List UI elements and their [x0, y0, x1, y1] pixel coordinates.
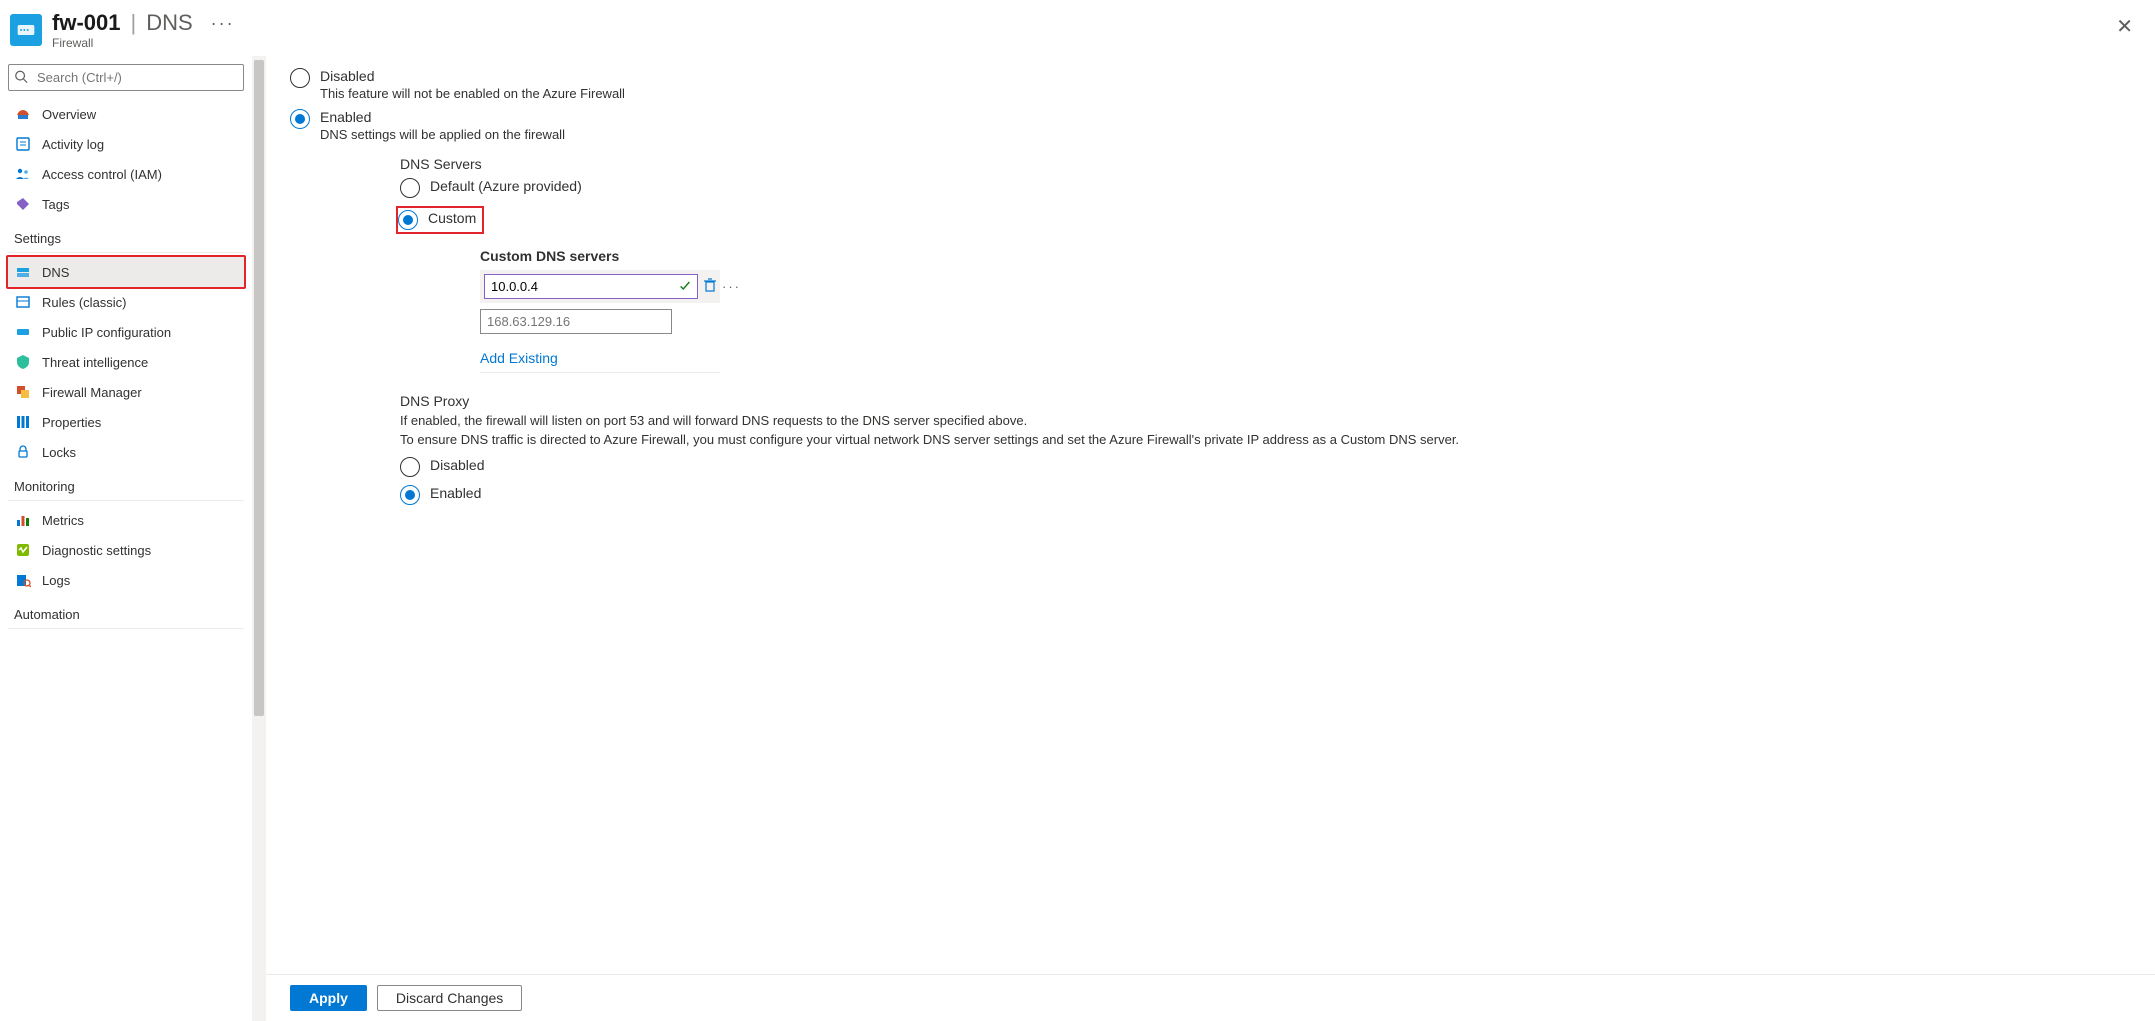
people-icon [14, 166, 32, 182]
section-header-settings: Settings [8, 219, 244, 253]
footer: Apply Discard Changes [266, 974, 2155, 1021]
metrics-icon [14, 512, 32, 528]
option-label: Disabled [320, 68, 625, 84]
dns-server-row: ··· [480, 270, 720, 303]
option-label: Disabled [430, 457, 484, 473]
rules-icon [14, 294, 32, 310]
sidebar-item-label: Overview [42, 107, 96, 122]
firewall-icon [10, 14, 42, 46]
dns-proxy-description: If enabled, the firewall will listen on … [400, 413, 2131, 428]
dns-server-input[interactable] [484, 274, 698, 299]
dns-server-placeholder-input[interactable] [480, 309, 672, 334]
sidebar-item-diagnostic[interactable]: Diagnostic settings [8, 535, 244, 565]
resource-title: fw-001 [52, 10, 120, 36]
dns-servers-label: DNS Servers [400, 156, 2131, 172]
option-label: Custom [428, 210, 476, 226]
sidebar-item-label: Activity log [42, 137, 104, 152]
dns-disabled-option[interactable]: Disabled This feature will not be enable… [290, 68, 2131, 101]
option-label: Default (Azure provided) [430, 178, 582, 194]
public-ip-icon [14, 324, 32, 340]
trash-icon[interactable] [702, 277, 718, 296]
sidebar-item-label: Rules (classic) [42, 295, 127, 310]
radio-checked-icon[interactable] [290, 109, 310, 129]
discard-button[interactable]: Discard Changes [377, 985, 522, 1011]
check-icon [678, 278, 692, 295]
sidebar-item-firewall-manager[interactable]: Firewall Manager [8, 377, 244, 407]
lock-icon [14, 444, 32, 460]
sidebar-item-dns[interactable]: DNS [6, 255, 246, 289]
proxy-enabled-option[interactable]: Enabled [400, 485, 2131, 505]
sidebar-item-label: Firewall Manager [42, 385, 142, 400]
option-description: This feature will not be enabled on the … [320, 86, 625, 101]
sidebar: « Overview Activity log Access control (… [0, 56, 252, 1021]
page-title: DNS [146, 10, 192, 36]
sidebar-item-label: Threat intelligence [42, 355, 148, 370]
sidebar-item-label: Locks [42, 445, 76, 460]
tag-icon [14, 196, 32, 212]
resource-type-label: Firewall [52, 36, 235, 50]
dns-proxy-label: DNS Proxy [400, 393, 2131, 409]
sidebar-item-label: Diagnostic settings [42, 543, 151, 558]
activity-log-icon [14, 136, 32, 152]
section-header-automation: Automation [8, 595, 244, 629]
sidebar-item-properties[interactable]: Properties [8, 407, 244, 437]
proxy-disabled-option[interactable]: Disabled [400, 457, 2131, 477]
dns-icon [14, 264, 32, 280]
properties-icon [14, 414, 32, 430]
sidebar-item-label: Logs [42, 573, 70, 588]
sidebar-item-activity-log[interactable]: Activity log [8, 129, 244, 159]
sidebar-item-rules[interactable]: Rules (classic) [8, 287, 244, 317]
overview-icon [14, 106, 32, 122]
option-label: Enabled [320, 109, 565, 125]
sidebar-item-label: Public IP configuration [42, 325, 171, 340]
sidebar-item-label: Metrics [42, 513, 84, 528]
search-icon [14, 69, 28, 86]
dns-enabled-option[interactable]: Enabled DNS settings will be applied on … [290, 109, 2131, 142]
dns-default-option[interactable]: Default (Azure provided) [400, 178, 2131, 198]
search-input[interactable] [8, 64, 244, 91]
sidebar-item-label: Properties [42, 415, 101, 430]
shield-icon [14, 354, 32, 370]
page-header: fw-001 | DNS ··· Firewall ✕ [0, 0, 2155, 56]
sidebar-item-threat-intel[interactable]: Threat intelligence [8, 347, 244, 377]
option-label: Enabled [430, 485, 481, 501]
scrollbar-thumb[interactable] [254, 60, 264, 716]
diagnostic-icon [14, 542, 32, 558]
sidebar-item-tags[interactable]: Tags [8, 189, 244, 219]
option-description: DNS settings will be applied on the fire… [320, 127, 565, 142]
sidebar-item-label: DNS [42, 265, 69, 280]
radio-checked-icon[interactable] [398, 210, 418, 230]
highlighted-custom-option: Custom [396, 206, 484, 234]
sidebar-item-locks[interactable]: Locks [8, 437, 244, 467]
more-icon[interactable]: ··· [722, 279, 741, 294]
apply-button[interactable]: Apply [290, 985, 367, 1011]
add-existing-link[interactable]: Add Existing [480, 350, 720, 373]
radio-checked-icon[interactable] [400, 485, 420, 505]
close-icon[interactable]: ✕ [2108, 10, 2141, 43]
sidebar-item-logs[interactable]: Logs [8, 565, 244, 595]
firewall-manager-icon [14, 384, 32, 400]
radio-unchecked-icon[interactable] [290, 68, 310, 88]
dns-custom-option[interactable]: Custom [398, 210, 476, 230]
section-header-monitoring: Monitoring [8, 467, 244, 501]
dns-proxy-description-2: To ensure DNS traffic is directed to Azu… [400, 432, 2131, 447]
sidebar-item-overview[interactable]: Overview [8, 99, 244, 129]
sidebar-item-label: Tags [42, 197, 69, 212]
sidebar-scrollbar[interactable] [252, 56, 266, 1021]
sidebar-item-iam[interactable]: Access control (IAM) [8, 159, 244, 189]
radio-unchecked-icon[interactable] [400, 178, 420, 198]
title-separator: | [130, 10, 136, 36]
logs-icon [14, 572, 32, 588]
more-actions-icon[interactable]: ··· [211, 13, 235, 34]
custom-servers-label: Custom DNS servers [480, 248, 2131, 264]
sidebar-item-metrics[interactable]: Metrics [8, 505, 244, 535]
main-content: Disabled This feature will not be enable… [266, 56, 2155, 1021]
sidebar-item-public-ip[interactable]: Public IP configuration [8, 317, 244, 347]
sidebar-item-label: Access control (IAM) [42, 167, 162, 182]
radio-unchecked-icon[interactable] [400, 457, 420, 477]
